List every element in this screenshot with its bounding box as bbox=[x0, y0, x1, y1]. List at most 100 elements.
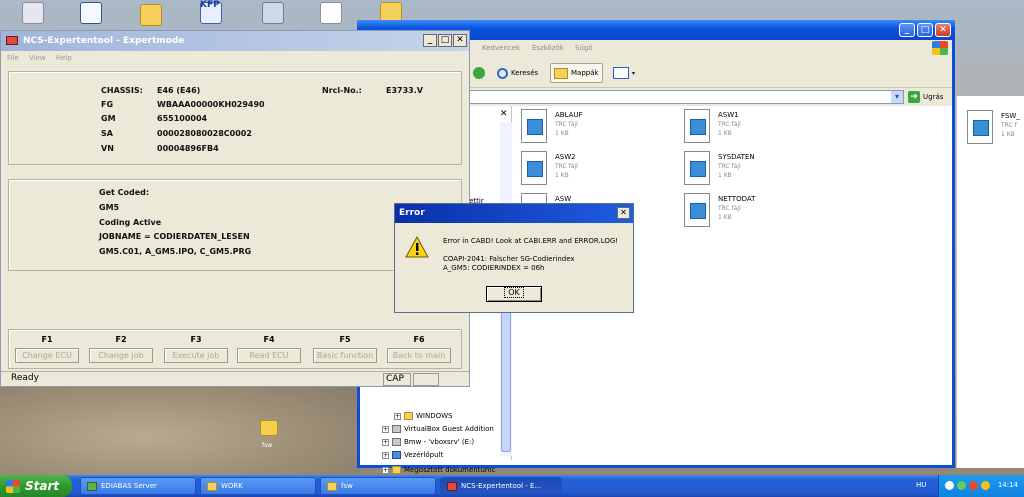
expand-icon[interactable]: + bbox=[382, 438, 389, 446]
menu-tools[interactable]: Eszközök bbox=[532, 44, 564, 52]
clock[interactable]: 14:14 bbox=[998, 481, 1018, 489]
scroll-thumb[interactable] bbox=[501, 302, 511, 452]
file-type: TRC fájl bbox=[718, 205, 741, 212]
tree-item-bmw-drive[interactable]: + Bmw - 'vboxsrv' (E:) bbox=[382, 438, 474, 446]
file-item[interactable]: NETTODAT TRC fájl 1 KB bbox=[684, 193, 834, 233]
file-item[interactable]: ABLAUF TRC fájl 1 KB bbox=[521, 109, 671, 149]
document-icon[interactable] bbox=[320, 2, 342, 24]
f4-label: F4 bbox=[263, 335, 275, 344]
file-size: 1 KB bbox=[718, 172, 732, 179]
coding-line: GM5.C01, A_GM5.IPO, C_GM5.PRG bbox=[99, 247, 252, 256]
menu-favorites[interactable]: Kedvencek bbox=[482, 44, 520, 52]
file-item[interactable]: SYSDATEN TRC fájl 1 KB bbox=[684, 151, 834, 191]
window-title: NCS-Expertentool - Expertmode bbox=[23, 36, 185, 46]
expand-icon[interactable]: + bbox=[382, 466, 389, 474]
ok-button[interactable]: OK bbox=[486, 286, 542, 302]
read-ecu-button[interactable]: Read ECU bbox=[237, 348, 301, 363]
tree-item-control-panel[interactable]: + Vezérlőpult bbox=[382, 451, 443, 459]
nrcl-value: E3733.V bbox=[386, 86, 423, 95]
file-item[interactable]: ASW2 TRC fájl 1 KB bbox=[521, 151, 671, 191]
file-size: 1 KB bbox=[555, 172, 569, 179]
ncs-title-bar[interactable]: NCS-Expertentool - Expertmode _ □ ✕ bbox=[1, 31, 469, 51]
computer-icon[interactable] bbox=[262, 2, 284, 24]
go-button-label: Ugrás bbox=[923, 93, 944, 101]
error-detail: COAPI-2041: Falscher SG-Codierindex A_GM… bbox=[443, 255, 575, 273]
f2-label: F2 bbox=[115, 335, 127, 344]
chevron-down-icon[interactable]: ▾ bbox=[891, 91, 903, 103]
expand-icon[interactable]: + bbox=[382, 451, 389, 459]
app-icon bbox=[6, 36, 18, 45]
go-arrow-icon: ➜ bbox=[908, 91, 920, 103]
error-detail-line: COAPI-2041: Falscher SG-Codierindex bbox=[443, 255, 575, 263]
function-keys-panel: F1 Change ECU F2 Change job F3 Execute j… bbox=[8, 329, 462, 369]
menu-help[interactable]: Súgó bbox=[575, 44, 593, 52]
fsw-folder-icon[interactable] bbox=[260, 420, 278, 436]
maximize-button[interactable]: □ bbox=[917, 23, 933, 37]
maximize-button[interactable]: □ bbox=[438, 34, 452, 47]
back-arrow-icon[interactable] bbox=[945, 481, 954, 490]
vehicle-info-panel: CHASSIS: E46 (E46) Nrcl-No.: E3733.V FG … bbox=[8, 71, 462, 165]
tree-item-label: Megosztott dokumentumc bbox=[404, 466, 496, 474]
taskbar-item-ediabas[interactable]: EDIABAS Server bbox=[80, 477, 196, 495]
close-button[interactable]: ✕ bbox=[617, 207, 630, 219]
tree-item-shared-docs[interactable]: + Megosztott dokumentumc bbox=[382, 466, 496, 474]
tree-item-virtualbox[interactable]: + VirtualBox Guest Addition bbox=[382, 425, 494, 433]
nrcl-label: Nrcl-No.: bbox=[322, 86, 362, 95]
views-button[interactable]: ▾ bbox=[610, 63, 638, 83]
search-button[interactable]: Keresés bbox=[494, 63, 541, 83]
folders-button[interactable]: Mappák bbox=[550, 63, 603, 83]
language-indicator[interactable]: HU bbox=[916, 481, 926, 489]
error-dialog: Error ✕ Error in CABD! Look at CABI.ERR … bbox=[394, 203, 634, 313]
taskbar-item-ncs[interactable]: NCS-Expertentool - E... bbox=[440, 477, 562, 495]
go-button[interactable]: ➜ Ugrás bbox=[908, 91, 943, 103]
menu-view[interactable]: View bbox=[29, 54, 46, 62]
folder-icon bbox=[327, 481, 337, 491]
second-explorer-window: FSW_ TRC f 1 KB bbox=[956, 96, 1024, 468]
close-button[interactable]: ✕ bbox=[935, 23, 951, 37]
security-icon[interactable] bbox=[969, 481, 978, 490]
network-icon[interactable] bbox=[957, 481, 966, 490]
kfp-icon-label: KFP bbox=[200, 0, 220, 10]
desktop-background bbox=[0, 380, 360, 475]
back-to-main-button[interactable]: Back to main bbox=[387, 348, 451, 363]
gm-value: 655100004 bbox=[157, 114, 208, 123]
expand-icon[interactable]: + bbox=[382, 425, 389, 433]
menu-help[interactable]: Help bbox=[56, 54, 72, 62]
start-label: Start bbox=[25, 479, 60, 493]
address-input[interactable]: ▾ bbox=[468, 90, 904, 104]
gbi-app-icon[interactable] bbox=[80, 2, 102, 24]
close-button[interactable]: ✕ bbox=[453, 34, 467, 47]
file-name: ASW2 bbox=[555, 153, 576, 161]
execute-job-button[interactable]: Execute job bbox=[164, 348, 228, 363]
folder-icon bbox=[392, 466, 401, 474]
volume-icon[interactable] bbox=[981, 481, 990, 490]
basic-function-button[interactable]: Basic function bbox=[313, 348, 377, 363]
up-folder-button[interactable] bbox=[470, 63, 488, 83]
file-item[interactable]: ASW1 TRC fájl 1 KB bbox=[684, 109, 834, 149]
close-icon[interactable]: ✕ bbox=[500, 109, 508, 119]
sa-value: 000028080028C0002 bbox=[157, 129, 252, 138]
up-arrow-icon bbox=[473, 67, 485, 79]
menu-file[interactable]: File bbox=[7, 54, 19, 62]
folder-icon[interactable] bbox=[140, 4, 162, 26]
expand-icon[interactable]: + bbox=[394, 412, 401, 420]
file-name: ABLAUF bbox=[555, 111, 583, 119]
recycle-bin-icon[interactable] bbox=[22, 2, 44, 24]
minimize-button[interactable]: _ bbox=[423, 34, 437, 47]
system-tray: 14:14 bbox=[938, 475, 1024, 497]
tree-item-label: VirtualBox Guest Addition bbox=[404, 425, 494, 433]
file-type: TRC fájl bbox=[718, 121, 741, 128]
taskbar-item-work[interactable]: WORK bbox=[200, 477, 316, 495]
change-job-button[interactable]: Change job bbox=[89, 348, 153, 363]
drive-icon bbox=[392, 425, 401, 433]
taskbar: Start EDIABAS Server WORK fsw NCS-Expert… bbox=[0, 475, 1024, 497]
file-size: 1 KB bbox=[1001, 131, 1015, 138]
minimize-button[interactable]: _ bbox=[899, 23, 915, 37]
tree-item-windows[interactable]: + WINDOWS bbox=[394, 412, 453, 420]
start-button[interactable]: Start bbox=[0, 475, 72, 497]
error-detail-line: A_GM5: CODIERINDEX = 06h bbox=[443, 264, 545, 272]
error-title-bar[interactable]: Error ✕ bbox=[395, 204, 633, 223]
file-item[interactable]: FSW_ TRC f 1 KB bbox=[967, 110, 1024, 150]
change-ecu-button[interactable]: Change ECU bbox=[15, 348, 79, 363]
taskbar-item-fsw[interactable]: fsw bbox=[320, 477, 436, 495]
